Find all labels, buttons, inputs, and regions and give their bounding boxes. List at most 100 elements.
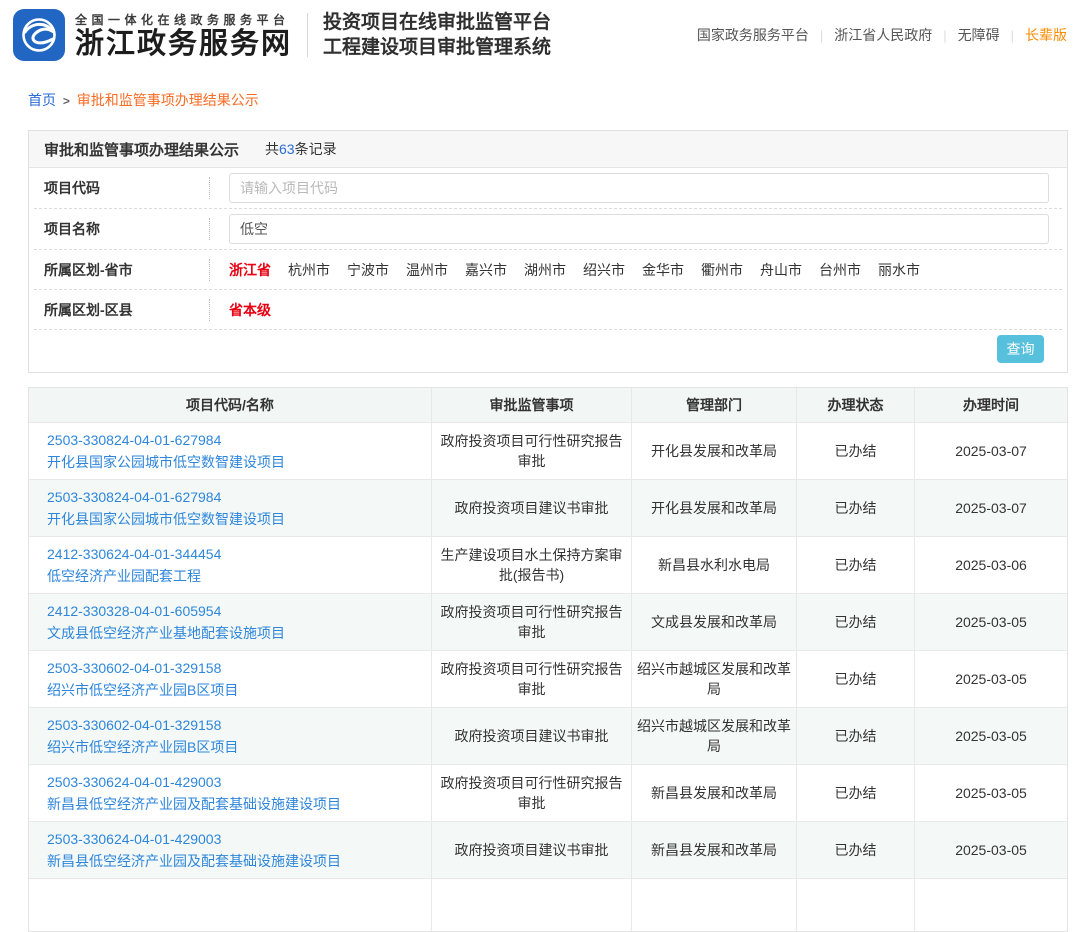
department-cell: 绍兴市越城区发展和改革局 (631, 708, 796, 764)
status-cell: 已办结 (796, 480, 914, 536)
site-brand: 全国一体化在线政务服务平台 浙江政务服务网 (75, 11, 292, 60)
department-cell: 绍兴市越城区发展和改革局 (631, 651, 796, 707)
col-header-date: 办理时间 (914, 388, 1067, 422)
breadcrumb-separator: > (63, 94, 70, 108)
project-code-link[interactable]: 2503-330602-04-01-329158 (47, 714, 221, 736)
approval-item-cell: 生产建设项目水土保持方案审批(报告书) (431, 537, 631, 593)
approval-item-cell (431, 879, 631, 931)
table-row: 2412-330328-04-01-605954 文成县低空经济产业基地配套设施… (29, 593, 1067, 650)
date-cell: 2025-03-07 (914, 480, 1067, 536)
project-name-link[interactable]: 文成县低空经济产业基地配套设施项目 (47, 622, 285, 644)
project-code-link[interactable]: 2503-330624-04-01-429003 (47, 828, 221, 850)
project-name-row: 项目名称 (34, 209, 1062, 250)
province-option[interactable]: 衢州市 (701, 260, 743, 280)
province-option[interactable]: 温州市 (406, 260, 448, 280)
status-cell: 已办结 (796, 423, 914, 479)
department-cell: 开化县发展和改革局 (631, 480, 796, 536)
header-link-item: | 无障碍 (932, 25, 999, 45)
col-header-project: 项目代码/名称 (29, 388, 431, 422)
region-county-row: 所属区划-区县 省本级 (34, 290, 1062, 330)
project-cell: 2503-330824-04-01-627984 开化县国家公园城市低空数智建设… (29, 480, 431, 536)
project-name-link[interactable]: 新昌县低空经济产业园及配套基础设施建设项目 (47, 850, 341, 872)
panel-title: 审批和监管事项办理结果公示 (44, 139, 239, 160)
header-link[interactable]: 浙江省人民政府 (834, 25, 932, 45)
project-code-input[interactable] (229, 173, 1049, 203)
province-option[interactable]: 台州市 (819, 260, 861, 280)
approval-item-cell: 政府投资项目可行性研究报告审批 (431, 594, 631, 650)
project-name-input[interactable] (229, 214, 1049, 244)
record-count: 共63条记录 (265, 139, 337, 159)
breadcrumb: 首页 > 审批和监管事项办理结果公示 (28, 90, 1077, 110)
status-cell: 已办结 (796, 708, 914, 764)
project-cell: 2503-330624-04-01-429003 新昌县低空经济产业园及配套基础… (29, 822, 431, 878)
results-table: 项目代码/名称 审批监管事项 管理部门 办理状态 办理时间 2503-33082… (28, 387, 1068, 932)
project-name-link[interactable]: 开化县国家公园城市低空数智建设项目 (47, 451, 285, 473)
col-header-dept: 管理部门 (631, 388, 796, 422)
approval-item-cell: 政府投资项目可行性研究报告审批 (431, 423, 631, 479)
project-name-link[interactable]: 绍兴市低空经济产业园B区项目 (47, 679, 238, 701)
province-option[interactable]: 金华市 (642, 260, 684, 280)
project-code-link[interactable]: 2503-330624-04-01-429003 (47, 771, 221, 793)
col-header-status: 办理状态 (796, 388, 914, 422)
table-row: 2503-330824-04-01-627984 开化县国家公园城市低空数智建设… (29, 422, 1067, 479)
province-option[interactable]: 绍兴市 (583, 260, 625, 280)
search-button[interactable]: 查询 (997, 335, 1044, 363)
date-cell: 2025-03-05 (914, 822, 1067, 878)
department-cell: 文成县发展和改革局 (631, 594, 796, 650)
count-suffix: 条记录 (295, 141, 337, 157)
project-code-link[interactable]: 2412-330328-04-01-605954 (47, 600, 221, 622)
table-header: 项目代码/名称 审批监管事项 管理部门 办理状态 办理时间 (29, 388, 1067, 422)
province-option[interactable]: 宁波市 (347, 260, 389, 280)
search-button-row: 查询 (34, 330, 1062, 372)
province-option[interactable]: 浙江省 (229, 260, 271, 280)
county-option[interactable]: 省本级 (229, 300, 271, 320)
col-header-item: 审批监管事项 (431, 388, 631, 422)
region-province-row: 所属区划-省市 浙江省 杭州市 宁波市 温州市 嘉兴市 湖州市 绍兴市 金华市 … (34, 250, 1062, 290)
approval-item-cell: 政府投资项目建议书审批 (431, 822, 631, 878)
status-cell: 已办结 (796, 594, 914, 650)
project-code-link[interactable]: 2412-330624-04-01-344454 (47, 543, 221, 565)
date-cell: 2025-03-05 (914, 651, 1067, 707)
county-options: 省本级 (210, 300, 1062, 320)
table-row: 2503-330624-04-01-429003 新昌县低空经济产业园及配套基础… (29, 764, 1067, 821)
header-link-item: | 浙江省人民政府 (809, 25, 932, 45)
table-row: 2412-330624-04-01-344454 低空经济产业园配套工程 生产建… (29, 536, 1067, 593)
platform-tagline: 全国一体化在线政务服务平台 (75, 11, 292, 28)
project-name-link[interactable]: 绍兴市低空经济产业园B区项目 (47, 736, 238, 758)
status-cell (796, 879, 914, 931)
table-row: 2503-330602-04-01-329158 绍兴市低空经济产业园B区项目 … (29, 650, 1067, 707)
status-cell: 已办结 (796, 651, 914, 707)
status-cell: 已办结 (796, 765, 914, 821)
project-name-link[interactable]: 新昌县低空经济产业园及配套基础设施建设项目 (47, 793, 341, 815)
project-cell: 2503-330602-04-01-329158 绍兴市低空经济产业园B区项目 (29, 708, 431, 764)
table-row: 2503-330602-04-01-329158 绍兴市低空经济产业园B区项目 … (29, 707, 1067, 764)
link-separator: | (943, 28, 946, 43)
table-row (29, 878, 1067, 931)
system-title: 投资项目在线审批监管平台 工程建设项目审批管理系统 (323, 10, 551, 60)
department-cell: 新昌县水利水电局 (631, 537, 796, 593)
approval-item-cell: 政府投资项目建议书审批 (431, 480, 631, 536)
header-links: | 国家政务服务平台 | 浙江省人民政府 | 无障碍 | 长辈版 (697, 25, 1067, 45)
project-cell (29, 879, 431, 931)
project-code-link[interactable]: 2503-330824-04-01-627984 (47, 429, 221, 451)
breadcrumb-home-link[interactable]: 首页 (28, 92, 56, 108)
header-link[interactable]: 长辈版 (1025, 25, 1067, 45)
site-header: 全国一体化在线政务服务平台 浙江政务服务网 投资项目在线审批监管平台 工程建设项… (0, 0, 1077, 70)
approval-item-cell: 政府投资项目可行性研究报告审批 (431, 651, 631, 707)
province-option[interactable]: 丽水市 (878, 260, 920, 280)
province-option[interactable]: 嘉兴市 (465, 260, 507, 280)
header-link[interactable]: 无障碍 (958, 25, 1000, 45)
count-prefix: 共 (265, 141, 279, 157)
project-name-link[interactable]: 低空经济产业园配套工程 (47, 565, 201, 587)
project-name-link[interactable]: 开化县国家公园城市低空数智建设项目 (47, 508, 285, 530)
department-cell: 新昌县发展和改革局 (631, 765, 796, 821)
status-cell: 已办结 (796, 537, 914, 593)
date-cell: 2025-03-05 (914, 594, 1067, 650)
header-link[interactable]: 国家政务服务平台 (697, 25, 809, 45)
province-option[interactable]: 湖州市 (524, 260, 566, 280)
province-option[interactable]: 舟山市 (760, 260, 802, 280)
project-code-link[interactable]: 2503-330602-04-01-329158 (47, 657, 221, 679)
project-code-link[interactable]: 2503-330824-04-01-627984 (47, 486, 221, 508)
province-option[interactable]: 杭州市 (288, 260, 330, 280)
table-body: 2503-330824-04-01-627984 开化县国家公园城市低空数智建设… (29, 422, 1067, 931)
